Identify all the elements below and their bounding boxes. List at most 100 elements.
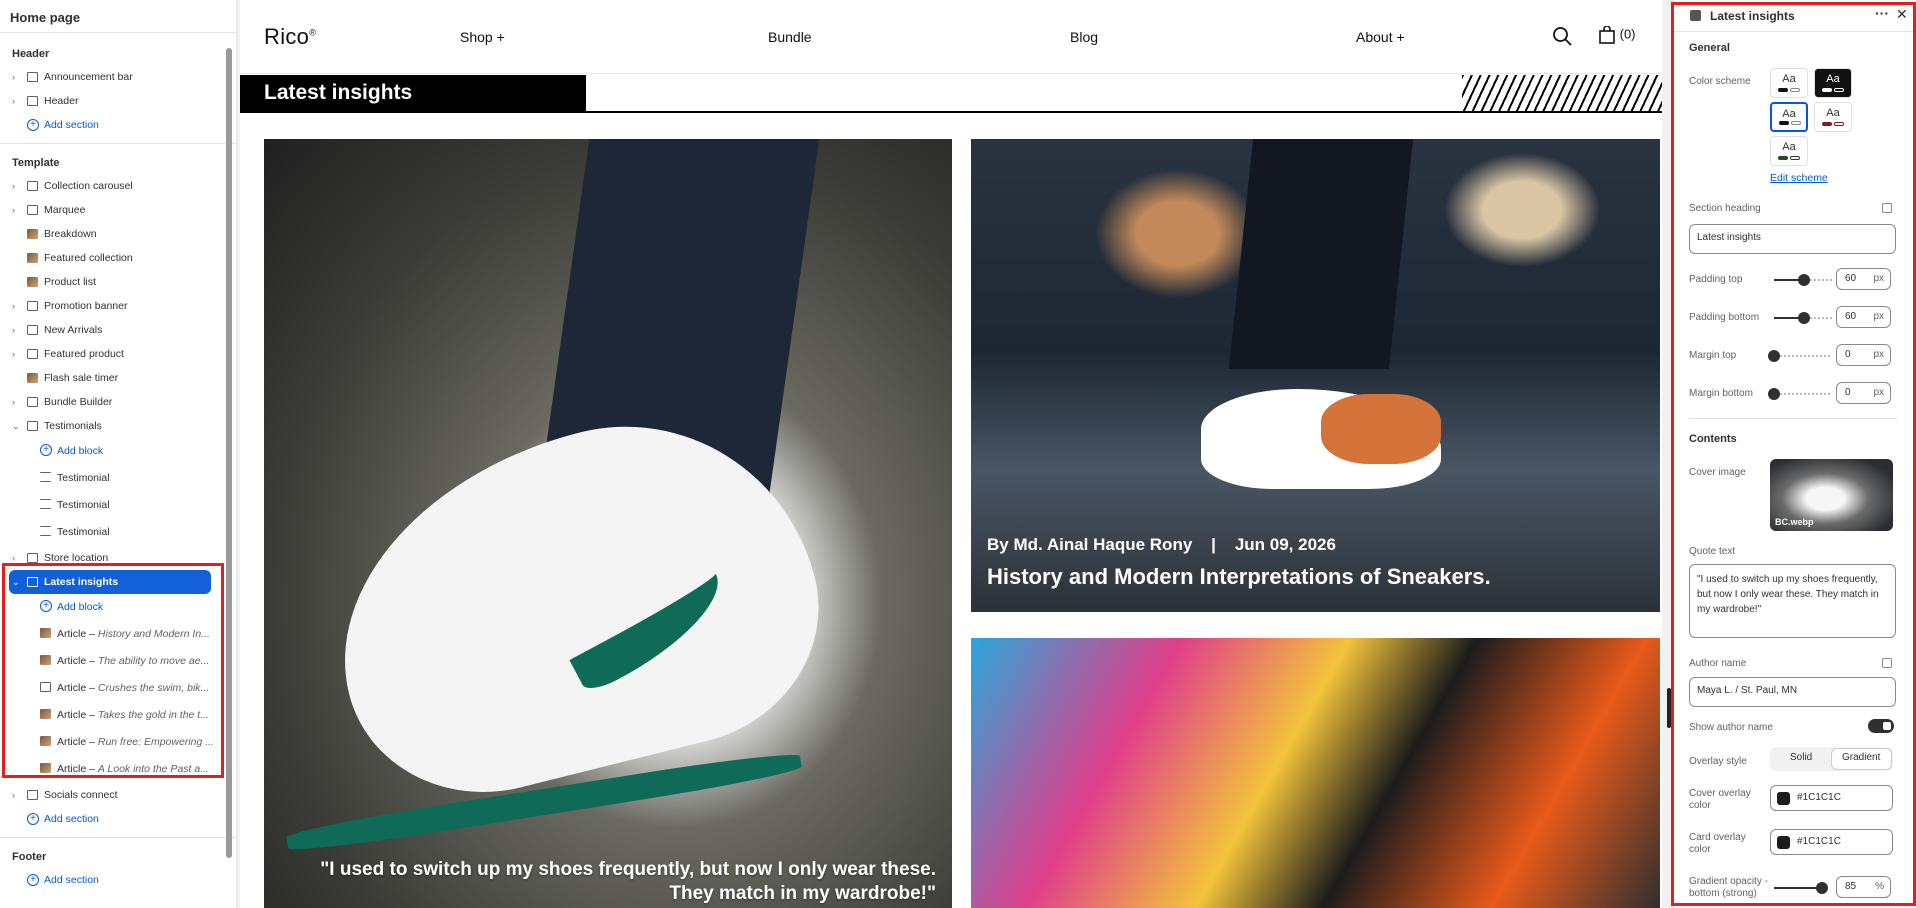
section-collection-carousel[interactable]: › Collection carousel [0, 174, 236, 198]
section-new-arrivals[interactable]: › New Arrivals [0, 318, 236, 342]
block-label: Article – Crushes the swim, bik... [57, 675, 209, 702]
section-marquee[interactable]: › Marquee [0, 198, 236, 222]
overlay-style-segmented[interactable]: Solid Gradient [1770, 747, 1893, 771]
chevron-right-icon[interactable]: › [12, 546, 22, 570]
search-icon[interactable] [1552, 26, 1572, 46]
section-bundle-builder[interactable]: › Bundle Builder [0, 390, 236, 414]
section-featured-collection[interactable]: Featured collection [0, 246, 236, 270]
nav-bundle[interactable]: Bundle [768, 29, 812, 45]
dynamic-source-icon[interactable] [1882, 658, 1892, 668]
color-swatch[interactable] [1777, 836, 1790, 849]
scrollbar-thumb[interactable] [226, 48, 232, 858]
scheme-swatch[interactable]: Aa [1770, 68, 1808, 98]
section-latest-insights[interactable]: ⌄ Latest insights [9, 570, 211, 594]
chevron-right-icon[interactable]: › [12, 390, 22, 414]
gradient-opacity-label: Gradient opacity - bottom (strong) [1689, 876, 1768, 899]
article-title[interactable]: History and Modern Interpretations of Sn… [987, 564, 1491, 590]
section-heading-input[interactable]: Latest insights [1689, 224, 1896, 254]
add-section-header-button[interactable]: + Add section [0, 113, 236, 137]
padding-bottom-slider[interactable] [1774, 312, 1832, 324]
divider [586, 111, 1662, 113]
add-section-template-button[interactable]: + Add section [0, 807, 236, 831]
chevron-right-icon[interactable]: › [12, 174, 22, 198]
add-block-testimonials-button[interactable]: + Add block [0, 438, 236, 465]
add-section-footer-button[interactable]: + Add section [0, 868, 236, 892]
margin-top-input[interactable]: 0 px [1836, 344, 1891, 366]
block-article[interactable]: Article – The ability to move ae... [0, 648, 236, 675]
cover-image-picker[interactable]: BC.webp [1770, 459, 1893, 531]
close-icon[interactable]: ✕ [1896, 6, 1908, 23]
chevron-right-icon[interactable]: › [12, 65, 22, 89]
block-testimonial[interactable]: Testimonial [0, 492, 236, 519]
more-icon[interactable]: ··· [1875, 5, 1889, 21]
slider-thumb[interactable] [1816, 882, 1828, 894]
cover-card[interactable]: "I used to switch up my shoes frequently… [264, 139, 952, 908]
block-article[interactable]: Article – History and Modern In... [0, 621, 236, 648]
card-overlay-color-input[interactable]: #1C1C1C [1770, 829, 1893, 855]
block-testimonial[interactable]: Testimonial [0, 519, 236, 546]
slider-thumb[interactable] [1768, 388, 1780, 400]
gradient-opacity-slider[interactable] [1774, 882, 1828, 894]
store-logo[interactable]: Rico® [264, 24, 316, 50]
block-label: Article – The ability to move ae... [57, 648, 209, 675]
section-header[interactable]: › Header [0, 89, 236, 113]
chevron-down-icon[interactable]: ⌄ [12, 414, 22, 438]
settings-scrollbar[interactable] [1910, 32, 1915, 908]
scheme-swatch-selected[interactable]: Aa [1770, 102, 1808, 132]
section-store-location[interactable]: › Store location [0, 546, 236, 570]
section-promotion-banner[interactable]: › Promotion banner [0, 294, 236, 318]
dynamic-source-icon[interactable] [1882, 203, 1892, 213]
section-label: Product list [44, 276, 96, 288]
chevron-right-icon[interactable]: › [12, 198, 22, 222]
section-breakdown[interactable]: Breakdown [0, 222, 236, 246]
block-article[interactable]: Article – Crushes the swim, bik... [0, 675, 236, 702]
preview-scrollbar[interactable] [1667, 688, 1671, 728]
quote-text-textarea[interactable]: "I used to switch up my shoes frequently… [1689, 564, 1896, 638]
block-article[interactable]: Article – Takes the gold in the t... [0, 702, 236, 729]
section-socials-connect[interactable]: › Socials connect [0, 783, 236, 807]
chevron-right-icon[interactable]: › [12, 318, 22, 342]
chevron-right-icon[interactable]: › [12, 294, 22, 318]
article-card[interactable]: By Md. Ainal Haque Rony | Jun 09, 2026 H… [971, 139, 1660, 612]
section-heading: Latest insights [264, 81, 413, 104]
scheme-swatch[interactable]: Aa [1814, 102, 1852, 132]
scheme-swatch[interactable]: Aa [1814, 68, 1852, 98]
block-testimonial[interactable]: Testimonial [0, 465, 236, 492]
chevron-right-icon[interactable]: › [12, 342, 22, 366]
cart-button[interactable]: (0) [1598, 25, 1636, 44]
section-featured-product[interactable]: › Featured product [0, 342, 236, 366]
gradient-opacity-input[interactable]: 85% [1836, 876, 1891, 898]
padding-top-input[interactable]: 60 px [1836, 268, 1891, 290]
slider-thumb[interactable] [1768, 350, 1780, 362]
block-article[interactable]: Article – A Look into the Past a... [0, 756, 236, 783]
overlay-option-solid[interactable]: Solid [1790, 752, 1812, 763]
add-block-latest-insights-button[interactable]: + Add block [0, 594, 236, 621]
edit-scheme-link[interactable]: Edit scheme [1770, 172, 1828, 184]
section-announcement-bar[interactable]: › Announcement bar [0, 65, 236, 89]
slider-thumb[interactable] [1798, 312, 1810, 324]
chevron-right-icon[interactable]: › [12, 89, 22, 113]
chevron-down-icon[interactable]: ⌄ [12, 570, 22, 594]
section-testimonials[interactable]: ⌄ Testimonials [0, 414, 236, 438]
slider-thumb[interactable] [1798, 274, 1810, 286]
section-flash-sale-timer[interactable]: Flash sale timer [0, 366, 236, 390]
section-product-list[interactable]: Product list [0, 270, 236, 294]
padding-top-slider[interactable] [1774, 274, 1832, 286]
nav-blog[interactable]: Blog [1070, 29, 1098, 45]
author-name-input[interactable]: Maya L. / St. Paul, MN [1689, 677, 1896, 707]
color-swatch[interactable] [1777, 792, 1790, 805]
article-card[interactable] [971, 638, 1660, 908]
block-article[interactable]: Article – Run free: Empowering ... [0, 729, 236, 756]
overlay-option-gradient[interactable]: Gradient [1842, 752, 1880, 763]
section-label: New Arrivals [44, 324, 103, 336]
logo-mark: ® [309, 27, 317, 38]
cover-overlay-color-input[interactable]: #1C1C1C [1770, 785, 1893, 811]
chevron-right-icon[interactable]: › [12, 783, 22, 807]
nav-shop[interactable]: Shop + [460, 29, 505, 45]
scheme-swatch[interactable]: Aa [1770, 136, 1808, 166]
sidebar-scrollbar[interactable] [226, 48, 232, 858]
margin-bottom-input[interactable]: 0 px [1836, 382, 1891, 404]
show-author-toggle[interactable] [1868, 719, 1894, 733]
padding-bottom-input[interactable]: 60 px [1836, 306, 1891, 328]
nav-about[interactable]: About + [1356, 29, 1405, 45]
